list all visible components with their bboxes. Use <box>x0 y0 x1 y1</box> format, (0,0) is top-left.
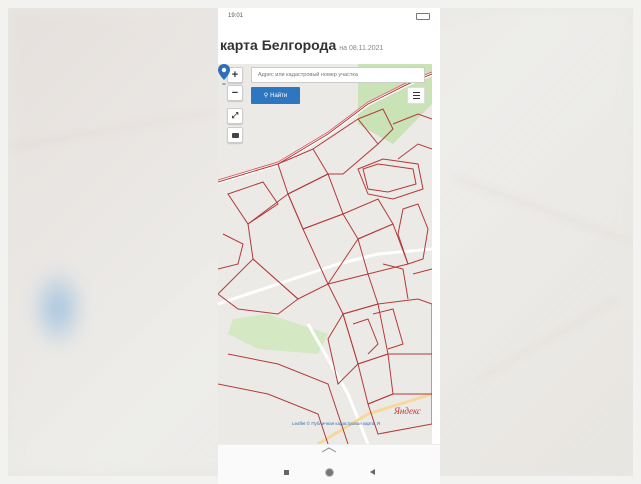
android-nav-bar <box>218 459 440 484</box>
search-button[interactable]: ⚲ Найти <box>251 87 300 104</box>
page-title: карта Белгорода на 08.11.2021 <box>220 37 383 53</box>
hamburger-icon <box>412 92 420 99</box>
recent-apps-icon[interactable] <box>283 469 289 475</box>
cadastral-map[interactable]: + − ⤢ ⚲ Найти Яндекс Leaflet © Публичная… <box>218 64 432 444</box>
search-button-label: Найти <box>270 92 288 99</box>
search-icon: ⚲ <box>263 93 269 99</box>
layers-menu-button[interactable] <box>407 87 425 104</box>
printer-icon <box>231 132 239 138</box>
print-button[interactable] <box>227 127 243 143</box>
map-attribution[interactable]: Leaflet © Публичная кадастровая карта, Я <box>292 421 432 426</box>
fullscreen-button[interactable]: ⤢ <box>227 108 243 124</box>
page-title-text: карта Белгорода <box>220 37 337 53</box>
location-pin-icon[interactable] <box>218 64 230 88</box>
page-title-date: на 08.11.2021 <box>339 45 384 52</box>
status-bar: 19:01 <box>218 8 440 24</box>
status-time: 19:01 <box>228 13 244 19</box>
bottom-panel <box>218 444 440 484</box>
expand-icon: ⤢ <box>231 111 239 120</box>
map-canvas <box>218 64 432 444</box>
phone-screen: 19:01 карта Белгорода на 08.11.2021 + − … <box>218 8 440 484</box>
search-input[interactable] <box>251 67 425 83</box>
page-header: карта Белгорода на 08.11.2021 <box>218 24 440 64</box>
home-icon[interactable] <box>324 467 334 477</box>
chevron-up-icon[interactable] <box>321 447 337 453</box>
yandex-logo: Яндекс <box>394 406 421 416</box>
battery-icon <box>416 12 430 20</box>
back-icon[interactable] <box>369 469 375 475</box>
